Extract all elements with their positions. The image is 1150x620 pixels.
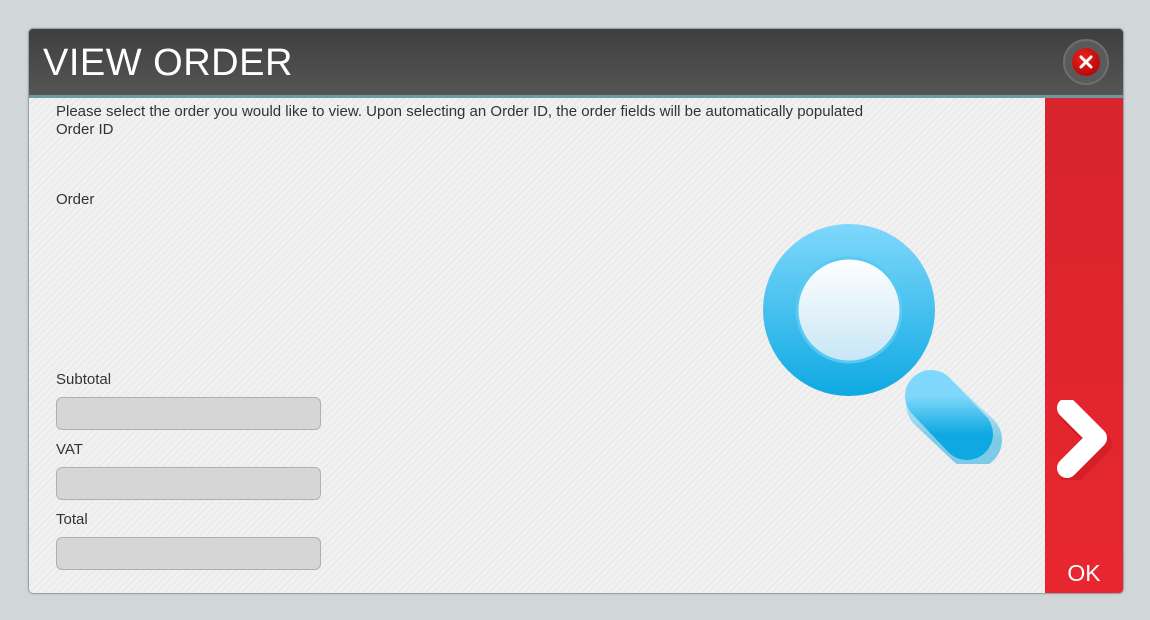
close-icon <box>1072 48 1100 76</box>
magnifier-icon <box>763 224 1003 469</box>
subtotal-label: Subtotal <box>56 371 112 388</box>
vat-field[interactable] <box>56 467 321 500</box>
content-area: Please select the order you would like t… <box>29 98 1044 593</box>
dialog-title: VIEW ORDER <box>43 42 293 84</box>
title-bar: VIEW ORDER <box>29 29 1123 98</box>
order-id-label: Order ID <box>56 121 114 138</box>
subtotal-field[interactable] <box>56 397 321 430</box>
ok-label: OK <box>1067 560 1101 586</box>
instructions-text: Please select the order you would like t… <box>56 103 864 120</box>
vat-label: VAT <box>56 441 83 458</box>
view-order-dialog: VIEW ORDER Please select the order you w… <box>28 28 1124 594</box>
chevron-right-icon <box>1055 398 1115 485</box>
close-button[interactable] <box>1063 39 1109 85</box>
ok-button[interactable]: OK <box>1045 98 1123 593</box>
order-label: Order <box>56 191 95 208</box>
total-label: Total <box>56 511 88 528</box>
total-field[interactable] <box>56 537 321 570</box>
